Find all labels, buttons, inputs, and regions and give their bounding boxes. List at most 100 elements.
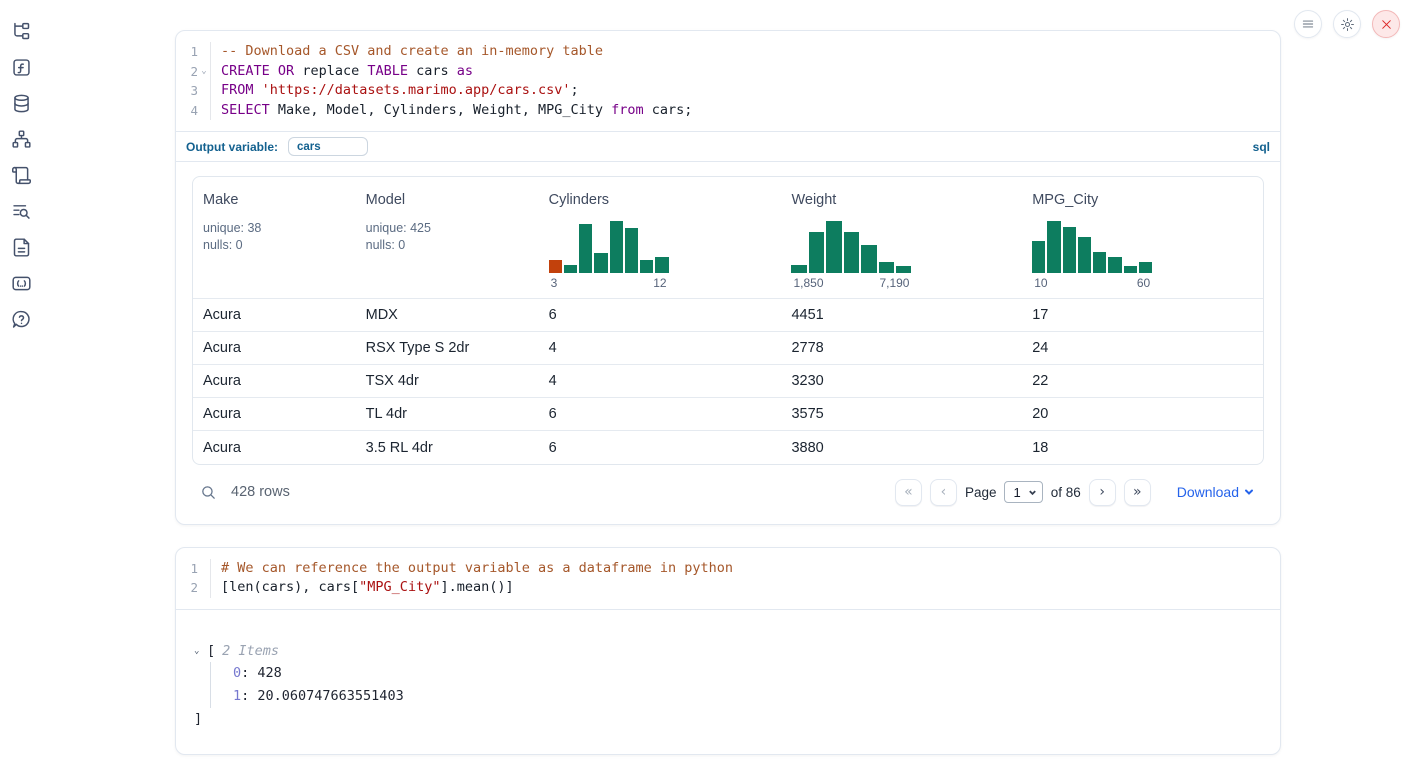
column-header-model[interactable]: Model unique: 425nulls: 0 [356,177,539,299]
line-number: 1 [176,559,198,579]
code-line[interactable]: 3FROM 'https://datasets.marimo.app/cars.… [176,81,1280,101]
column-histogram: 1,8507,190 [791,221,911,290]
page-select[interactable]: 1 [1004,481,1042,503]
first-page-button[interactable]: « [895,479,922,506]
histogram-bar [1139,262,1152,273]
histogram-bar [640,260,653,273]
code-line[interactable]: 4 SELECT Make, Model, Cylinders, Weight, … [176,101,1280,121]
table-cell: TL 4dr [356,398,539,431]
tree-collapse-icon[interactable]: ⌄ [194,640,207,662]
page-label: Page [965,485,997,500]
histogram-bars [549,221,669,273]
settings-button[interactable] [1333,10,1361,38]
sql-code-editor[interactable]: 1-- Download a CSV and create an in-memo… [176,31,1280,131]
histogram-axis-labels: 1060 [1032,276,1152,290]
search-button[interactable] [196,484,221,501]
database-icon[interactable] [11,93,32,114]
code-text: CREATE OR replace TABLE cars as [210,62,1280,82]
table-cell: 2778 [781,332,1022,365]
prev-page-button[interactable]: ‹ [930,479,957,506]
logs-search-icon[interactable] [11,201,32,222]
table-row[interactable]: Acura3.5 RL 4dr6388018 [193,431,1263,464]
table-cell: 24 [1022,332,1263,365]
table-cell: 4451 [781,299,1022,332]
tree-entry-value: : 20.060747663551403 [241,688,404,704]
histogram-bar [655,257,668,273]
scratchpad-scroll-icon[interactable] [11,165,32,186]
code-text: SELECT Make, Model, Cylinders, Weight, M… [210,101,1280,121]
python-cell: 1 # We can reference the output variable … [175,547,1281,755]
last-page-button[interactable]: » [1124,479,1151,506]
fold-gutter [198,101,210,121]
code-line[interactable]: 2⌄CREATE OR replace TABLE cars as [176,62,1280,82]
python-code-editor[interactable]: 1 # We can reference the output variable … [176,548,1280,609]
histogram-bar [791,265,806,273]
histogram-axis-labels: 1,8507,190 [791,276,911,290]
snippets-icon[interactable] [11,273,32,294]
chevron-down-icon [1028,488,1037,497]
dataframe-table: Make unique: 38nulls: 0 Model unique: 425nu… [193,177,1263,464]
download-label: Download [1177,484,1239,500]
page-total-label: of 86 [1051,485,1081,500]
code-line[interactable]: 1-- Download a CSV and create an in-memo… [176,42,1280,62]
line-number: 2 [176,578,198,598]
table-cell: 3.5 RL 4dr [356,431,539,464]
column-header-make[interactable]: Make unique: 38nulls: 0 [193,177,356,299]
histogram-bar [1078,237,1091,273]
table-row[interactable]: AcuraTSX 4dr4323022 [193,365,1263,398]
table-cell: 3880 [781,431,1022,464]
output-variable-row: Output variable: sql [176,131,1280,161]
tree-entry-value: : 428 [241,665,282,681]
column-name: Model [366,192,529,208]
column-header-mpg_city[interactable]: MPG_City 1060 [1022,177,1263,299]
column-name: MPG_City [1032,192,1253,208]
table-row[interactable]: AcuraTL 4dr6357520 [193,398,1263,431]
column-stats: unique: 38nulls: 0 [203,220,346,253]
output-variable-input[interactable] [288,137,368,156]
histogram-bar [844,232,859,273]
column-name: Make [203,192,346,208]
histogram-bar [1108,257,1121,273]
fold-chevron-icon[interactable]: ⌄ [198,62,210,82]
functions-icon[interactable] [11,57,32,78]
table-row[interactable]: AcuraMDX6445117 [193,299,1263,332]
tree-close-bracket: ] [194,708,1264,730]
column-header-weight[interactable]: Weight 1,8507,190 [781,177,1022,299]
shutdown-button[interactable] [1372,10,1400,38]
histogram-bar [625,228,638,274]
column-name: Weight [791,192,1012,208]
tree-head: ⌄ [ 2 Items [194,640,1264,662]
table-cell: Acura [193,332,356,365]
code-text: [len(cars), cars["MPG_City"].mean()] [210,578,1280,598]
column-header-cylinders[interactable]: Cylinders312 [539,177,782,299]
code-text: # We can reference the output variable a… [210,559,1280,579]
table-cell: 3230 [781,365,1022,398]
documentation-icon[interactable] [11,237,32,258]
column-histogram: 1060 [1032,221,1152,290]
line-number: 1 [176,42,198,62]
line-number: 4 [176,101,198,121]
column-stats: unique: 425nulls: 0 [366,220,529,253]
download-button[interactable]: Download [1177,484,1254,500]
hamburger-icon [1301,17,1315,31]
tree-entry: 1: 20.060747663551403 [233,685,1264,708]
code-line[interactable]: 1 # We can reference the output variable … [176,559,1280,579]
column-histogram: 312 [549,221,669,290]
table-cell: Acura [193,431,356,464]
dependency-graph-icon[interactable] [11,129,32,150]
table-row[interactable]: AcuraRSX Type S 2dr4277824 [193,332,1263,365]
histogram-bar [1047,221,1060,273]
next-page-button[interactable]: › [1089,479,1116,506]
table-cell: Acura [193,299,356,332]
histogram-bar [826,221,841,273]
histogram-bar [564,265,577,273]
code-line[interactable]: 2 [len(cars), cars["MPG_City"].mean()] [176,578,1280,598]
table-cell: Acura [193,365,356,398]
histogram-bar [549,260,562,274]
tree-body: 0: 4281: 20.060747663551403 [210,662,1264,708]
table-cell: 18 [1022,431,1263,464]
menu-button[interactable] [1294,10,1322,38]
help-icon[interactable] [11,309,32,330]
file-tree-icon[interactable] [11,21,32,42]
table-cell: 4 [539,332,782,365]
